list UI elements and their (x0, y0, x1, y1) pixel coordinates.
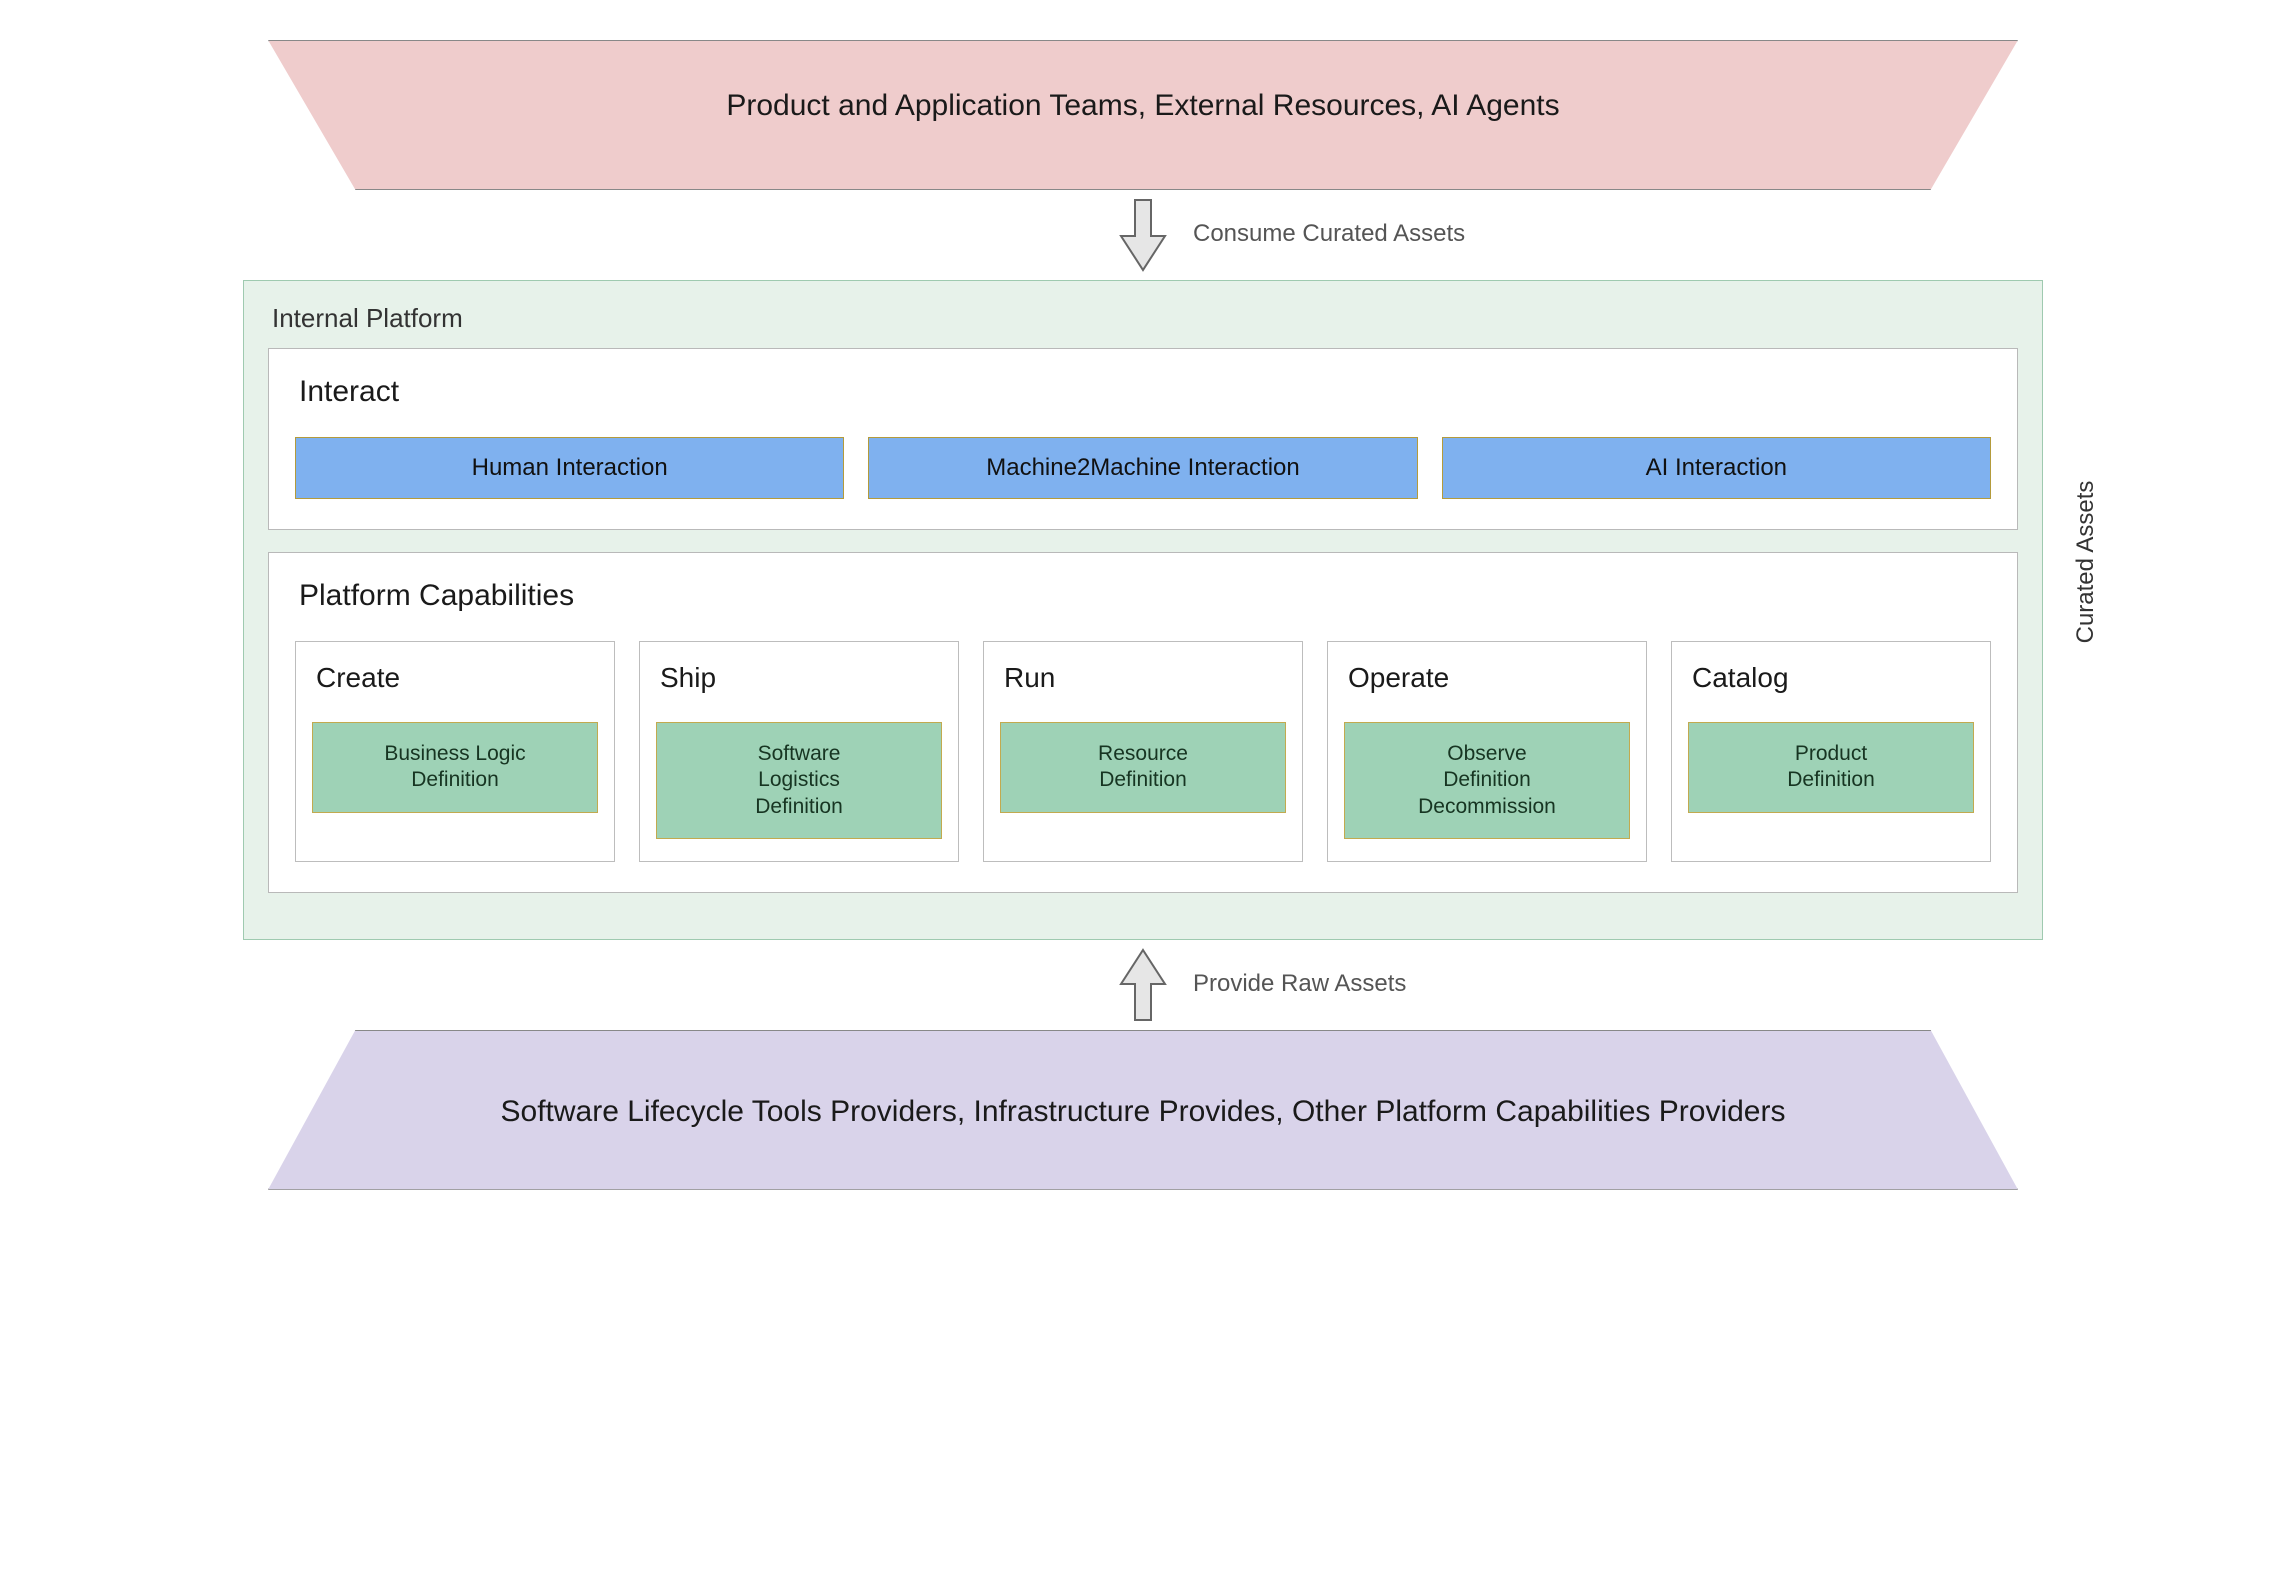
capabilities-panel: Platform Capabilities Create Business Lo… (268, 552, 2018, 893)
capabilities-row: Create Business Logic Definition Ship So… (295, 641, 1991, 862)
capability-create-def: Business Logic Definition (312, 722, 598, 813)
interact-human-label: Human Interaction (472, 454, 668, 481)
capability-create-title: Create (316, 662, 598, 694)
diagram-canvas: Product and Application Teams, External … (40, 40, 2246, 1190)
consumers-label: Product and Application Teams, External … (726, 89, 1559, 122)
arrow-provide-label: Provide Raw Assets (1193, 970, 1406, 998)
interact-title: Interact (299, 375, 1991, 409)
arrow-up-icon (1113, 946, 1173, 1024)
internal-platform-title: Internal Platform (272, 303, 2014, 334)
capability-run-def: Resource Definition (1000, 722, 1286, 813)
providers-band: Software Lifecycle Tools Providers, Infr… (268, 1030, 2018, 1190)
capability-operate-title: Operate (1348, 662, 1630, 694)
capability-catalog: Catalog Product Definition (1671, 641, 1991, 862)
interact-m2m: Machine2Machine Interaction (868, 437, 1417, 499)
capabilities-title: Platform Capabilities (299, 579, 1991, 613)
interact-ai: AI Interaction (1442, 437, 1991, 499)
curated-assets-label: Curated Assets (2072, 462, 2100, 662)
internal-platform: Internal Platform Interact Human Interac… (243, 280, 2043, 940)
arrow-consume-zone: Consume Curated Assets (268, 190, 2018, 280)
capability-ship: Ship Software Logistics Definition (639, 641, 959, 862)
capability-catalog-title: Catalog (1692, 662, 1974, 694)
capability-run: Run Resource Definition (983, 641, 1303, 862)
interact-ai-label: AI Interaction (1646, 454, 1787, 481)
interact-panel: Interact Human Interaction Machine2Machi… (268, 348, 2018, 530)
arrow-provide-zone: Provide Raw Assets (268, 940, 2018, 1030)
interact-human: Human Interaction (295, 437, 844, 499)
capability-create: Create Business Logic Definition (295, 641, 615, 862)
capability-operate-def: Observe Definition Decommission (1344, 722, 1630, 839)
consumers-band: Product and Application Teams, External … (268, 40, 2018, 190)
capability-operate: Operate Observe Definition Decommission (1327, 641, 1647, 862)
interact-m2m-label: Machine2Machine Interaction (986, 454, 1300, 481)
capability-ship-def: Software Logistics Definition (656, 722, 942, 839)
capability-ship-title: Ship (660, 662, 942, 694)
interact-row: Human Interaction Machine2Machine Intera… (295, 437, 1991, 499)
arrow-down-icon (1113, 196, 1173, 274)
capability-catalog-def: Product Definition (1688, 722, 1974, 813)
capability-run-title: Run (1004, 662, 1286, 694)
arrow-consume-label: Consume Curated Assets (1193, 220, 1465, 248)
providers-label: Software Lifecycle Tools Providers, Infr… (501, 1095, 1786, 1128)
